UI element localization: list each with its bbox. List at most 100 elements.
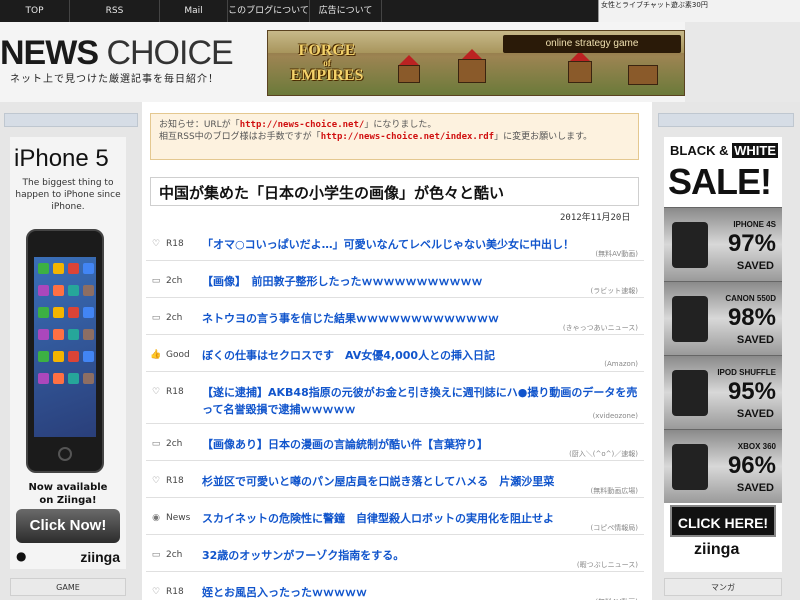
sale-ad-header: BLACK & WHITE SALE! [664, 137, 782, 207]
logo-light: CHOICE [106, 34, 233, 72]
app-icon [53, 329, 64, 340]
app-icon [68, 373, 79, 384]
article-title[interactable]: 中国が集めた「日本の小学生の画像」が色々と酷い [150, 177, 639, 206]
article-date: 2012年11月20日 [560, 213, 631, 223]
category-label: Good [166, 350, 190, 360]
app-icon [83, 307, 94, 318]
list-item-source[interactable]: (厨入＼(^o^)／速報) [569, 449, 638, 459]
category-label: 2ch [166, 550, 183, 560]
list-item-category: ♡ R18 [150, 239, 184, 249]
list-item-title-link[interactable]: 「オマ○コいっぱいだよ…」可愛いなんてレベルじゃない美少女に中出し！ [202, 236, 642, 253]
list-item[interactable]: ♡R18姪とお風呂入ったったｗｗｗｗｗ(無料AV動画) [146, 572, 644, 600]
category-label: R18 [166, 476, 184, 486]
game-logo-line3: EMPIRES [290, 67, 364, 84]
game-tagline: online strategy game [503, 35, 681, 53]
banner-roof [462, 49, 482, 59]
nav-ads-link[interactable]: 広告について [310, 0, 382, 22]
banner-house [398, 65, 420, 83]
product-saved-label: SAVED [736, 334, 774, 346]
iphone-ad-subtitle: The biggest thing to happen to iPhone si… [15, 178, 121, 212]
app-icon [68, 307, 79, 318]
list-item[interactable]: 👍 Good ぼくの仕事はセクロスです AV女優4,000人との挿入日記 (Amazo… [146, 335, 644, 372]
product-tile[interactable]: IPHONE 4S 97% SAVED [664, 207, 782, 281]
app-icon [38, 373, 49, 384]
list-item-source[interactable]: (無料動画広場) [591, 486, 638, 496]
nav-mail-link[interactable]: Mail [160, 0, 228, 22]
list-item[interactable]: ◉ News スカイネットの危険性に警鐘 自律型殺人ロボットの実用化を阻止せよ (コピ… [146, 498, 644, 535]
game-section-label: GAME [10, 578, 126, 596]
app-icon [53, 351, 64, 362]
monitor-icon: ▭ [151, 439, 161, 449]
right-sidebar-header [658, 113, 794, 127]
top-nav: TOP RSS Mail このブログについて 広告について 女性とライブチャット… [0, 0, 800, 22]
notice-rdf-link[interactable]: http://news-choice.net/index.rdf [321, 132, 494, 142]
list-item-category: ▭ 2ch [150, 550, 183, 560]
notice-text: 」になりました。 [364, 120, 437, 130]
ziinga-logo: ziinga [80, 549, 120, 565]
product-tile[interactable]: IPOD SHUFFLE 95% SAVED [664, 355, 782, 429]
list-item[interactable]: ♡ R18 杉並区で可愛いと噂のパン屋店員を口説き落としてハメる 片瀬沙里菜 (無料動… [146, 461, 644, 498]
list-item-title-link[interactable]: 杉並区で可愛いと噂のパン屋店員を口説き落としてハメる 片瀬沙里菜 [202, 473, 642, 490]
list-item-source[interactable]: (xvideozone) [593, 412, 638, 420]
list-item-source[interactable]: (暇つぶしニュース) [577, 560, 638, 570]
game-logo: FORGE of EMPIRES [282, 37, 372, 91]
site-logo[interactable]: NEWS CHOICE [0, 34, 262, 74]
list-item-title-link[interactable]: ぼくの仕事はセクロスです AV女優4,000人との挿入日記 [202, 347, 642, 364]
home-button [58, 447, 72, 461]
sale-ad[interactable]: BLACK & WHITE SALE! IPHONE 4S 97% SAVED CAN… [664, 137, 782, 572]
thumbs-up-icon: 👍 [150, 350, 162, 360]
list-item-source[interactable]: (きゃっつあいニュース) [563, 323, 638, 333]
list-item-title-link[interactable]: 【画像】 前田敦子整形したったｗｗｗｗｗｗｗｗｗｗｗ [202, 273, 642, 290]
monitor-icon: ▭ [151, 313, 161, 323]
product-tile[interactable]: XBOX 360 96% SAVED [664, 429, 782, 503]
banner-house [568, 61, 592, 83]
ziinga-logo: ziinga [694, 541, 740, 558]
notice-url-link[interactable]: http://news-choice.net/ [240, 120, 365, 130]
product-tile[interactable]: CANON 550D 98% SAVED [664, 281, 782, 355]
nav-rss-link[interactable]: RSS [70, 0, 160, 22]
click-here-button[interactable]: CLICK HERE! [670, 505, 776, 537]
list-item-title-link[interactable]: スカイネットの危険性に警鐘 自律型殺人ロボットの実用化を阻止せよ [202, 510, 642, 527]
notice-line-1: お知らせ：URLが「http://news-choice.net/」になりました… [159, 119, 630, 131]
app-icon [38, 351, 49, 362]
category-label: R18 [166, 239, 184, 249]
iphone-screen [34, 257, 96, 437]
game-banner-ad[interactable]: FORGE of EMPIRES online strategy game [267, 30, 685, 96]
list-item[interactable]: ♡ R18 「オマ○コいっぱいだよ…」可愛いなんてレベルじゃない美少女に中出し！ (無… [146, 224, 644, 261]
list-item[interactable]: ▭ 2ch ネトウヨの言う事を信じた結果ｗｗｗｗｗｗｗｗｗｗｗｗｗ (きゃっつあいニュ… [146, 298, 644, 335]
heart-icon: ♡ [151, 239, 161, 249]
list-item[interactable]: ♡ R18 【遂に逮捕】AKB48指原の元彼がお金と引き換えに週刊誌にハ●撮り動画の… [146, 372, 644, 424]
nav-about-link[interactable]: このブログについて [228, 0, 310, 22]
list-item-category: ♡ R18 [150, 587, 184, 597]
product-image [672, 444, 708, 490]
site-tagline: ネット上で見つけた厳選記事を毎日紹介！ [10, 74, 219, 85]
list-item-category: ♡ R18 [150, 476, 184, 486]
site-header: NEWS CHOICE ネット上で見つけた厳選記事を毎日紹介！ FORGE of… [0, 22, 685, 102]
app-icon [53, 373, 64, 384]
app-icon [38, 285, 49, 296]
iphone-ad-title: iPhone 5 [14, 145, 109, 172]
list-item-source[interactable]: (コピペ情報局) [591, 523, 638, 533]
list-item-title-link[interactable]: 姪とお風呂入ったったｗｗｗｗｗ [202, 584, 642, 600]
nav-top-link[interactable]: TOP [0, 0, 70, 22]
list-item[interactable]: ▭ 2ch 【画像あり】日本の漫画の言論統制が酷い件【言葉狩り】 (厨入＼(^o^)／… [146, 424, 644, 461]
iphone-ad[interactable]: iPhone 5 The biggest thing to happen to … [10, 137, 126, 569]
click-now-button[interactable]: Click Now! [16, 509, 120, 543]
category-label: 2ch [166, 439, 183, 449]
list-item-title-link[interactable]: 【遂に逮捕】AKB48指原の元彼がお金と引き換えに週刊誌にハ●撮り動画のデータを… [202, 384, 642, 418]
banner-roof [399, 55, 419, 65]
app-icon [68, 351, 79, 362]
app-icon [53, 307, 64, 318]
heading-white: WHITE [732, 143, 779, 158]
list-item-category: 👍 Good [150, 350, 190, 360]
list-item[interactable]: ▭ 2ch 32歳のオッサンがフーゾク指南をする。 (暇つぶしニュース) [146, 535, 644, 572]
ticker-ad[interactable]: 女性とライブチャット遊ぶ素30円 [598, 0, 800, 22]
product-image [672, 296, 708, 342]
sale-heading: SALE! [668, 161, 772, 202]
list-item-source[interactable]: (無料AV動画) [595, 249, 638, 259]
list-item-source[interactable]: (Amazon) [604, 360, 638, 368]
list-item[interactable]: ▭ 2ch 【画像】 前田敦子整形したったｗｗｗｗｗｗｗｗｗｗｗ (ラビット速報) [146, 261, 644, 298]
app-icon [38, 307, 49, 318]
game-logo-line1: FORGE [298, 42, 356, 59]
list-item-source[interactable]: (ラビット速報) [591, 286, 638, 296]
